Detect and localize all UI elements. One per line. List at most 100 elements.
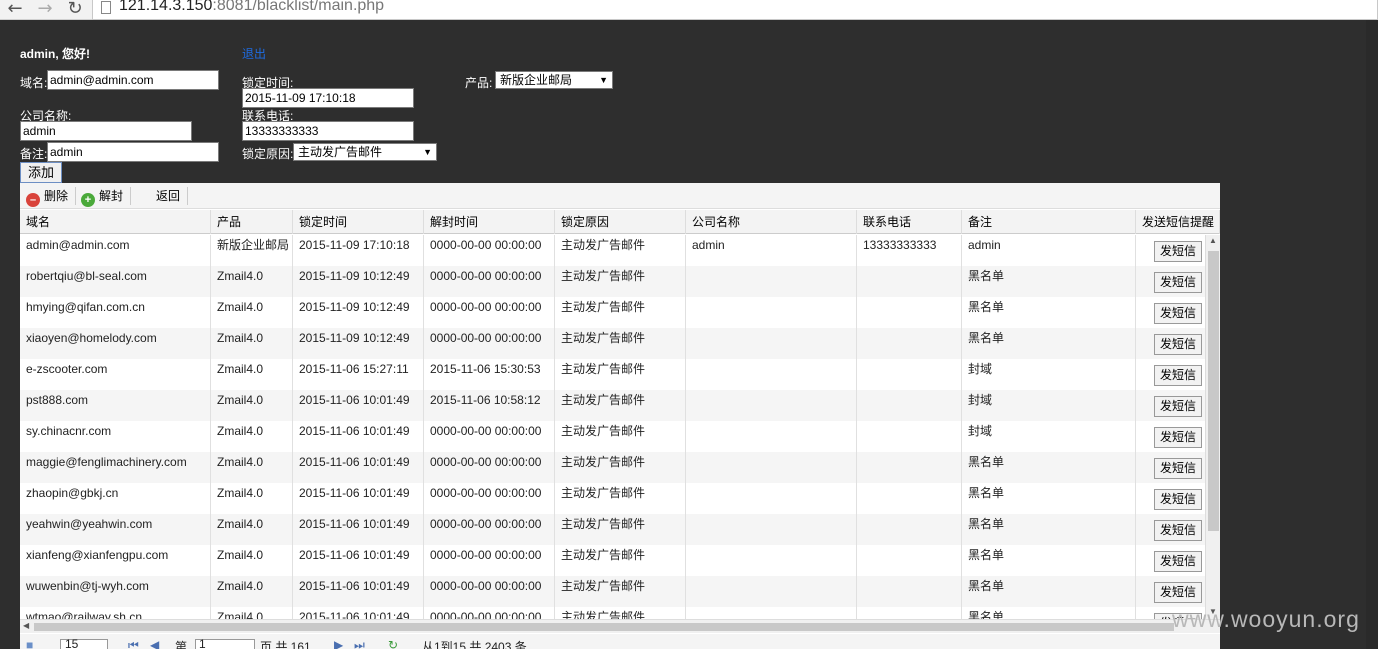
scroll-thumb[interactable] (1208, 251, 1219, 531)
cell-lock-time: 2015-11-06 10:01:49 (293, 545, 424, 576)
horizontal-scrollbar[interactable]: ◀ (20, 619, 1220, 633)
header-col-company[interactable]: 公司名称 (686, 210, 857, 234)
cell-unlock-time: 0000-00-00 00:00:00 (424, 297, 555, 328)
scroll-up-icon[interactable]: ▲ (1209, 236, 1217, 245)
domain-input[interactable]: admin@admin.com (47, 70, 219, 90)
send-sms-button[interactable]: 发短信 (1154, 365, 1202, 386)
cell-domain: zhaopin@gbkj.cn (20, 483, 211, 514)
header-col-remark[interactable]: 备注 (962, 210, 1136, 234)
cell-remark: 黑名单 (962, 452, 1136, 483)
reload-icon[interactable]: ↻ (64, 0, 86, 18)
header-col-unlock-time[interactable]: 解封时间 (424, 210, 555, 234)
hscroll-thumb[interactable] (34, 623, 1174, 631)
table-row[interactable]: hmying@qifan.com.cn Zmail4.0 2015-11-09 10… (20, 297, 1205, 328)
logout-link[interactable]: 退出 (242, 45, 266, 62)
unlock-label: 解封 (99, 189, 124, 203)
page-size-select[interactable]: 15 (60, 637, 108, 649)
table-row[interactable]: pst888.com Zmail4.0 2015-11-06 10:01:49 201… (20, 390, 1205, 421)
back-button[interactable]: 返回 (156, 186, 180, 206)
cell-phone (857, 545, 962, 576)
header-col-lock-time[interactable]: 锁定时间 (293, 210, 424, 234)
page-number-input[interactable]: 1 (195, 637, 255, 649)
delete-icon: – (26, 193, 40, 207)
forward-arrow-icon[interactable]: → (34, 0, 56, 18)
cell-company (686, 452, 857, 483)
cell-phone (857, 297, 962, 328)
vertical-scrollbar[interactable]: ▲ ▼ (1205, 235, 1220, 619)
toolbar-divider (130, 187, 131, 205)
cell-domain: wtmao@railway.sh.cn (20, 607, 211, 619)
cell-remark: 黑名单 (962, 576, 1136, 607)
cell-unlock-time: 0000-00-00 00:00:00 (424, 266, 555, 297)
table-row[interactable]: zhaopin@gbkj.cn Zmail4.0 2015-11-06 10:01:… (20, 483, 1205, 514)
send-sms-button[interactable]: 发短信 (1154, 303, 1202, 324)
unlock-button[interactable]: + 解封 (81, 186, 124, 207)
table-row[interactable]: maggie@fenglimachinery.com Zmail4.0 2015-1… (20, 452, 1205, 483)
send-sms-button[interactable]: 发短信 (1154, 520, 1202, 541)
table-row[interactable]: admin@admin.com 新版企业邮局 2015-11-09 17:10:18… (20, 235, 1205, 266)
cell-remark: 黑名单 (962, 328, 1136, 359)
send-sms-button[interactable]: 发短信 (1154, 551, 1202, 572)
refresh-icon[interactable]: ↻ (388, 638, 398, 649)
send-sms-button[interactable]: 发短信 (1154, 458, 1202, 479)
cell-product: Zmail4.0 (211, 390, 293, 421)
cell-domain: maggie@fenglimachinery.com (20, 452, 211, 483)
header-col-domain[interactable]: 域名 (20, 210, 211, 234)
pagination-bar: ■ 15 ⏮ ◀ 第 1 页 共 161 ▶ ⏭ ↻ 从1到15 共 2403 … (20, 634, 1220, 649)
send-sms-button[interactable]: 发短信 (1154, 272, 1202, 293)
table-row[interactable]: sy.chinacnr.com Zmail4.0 2015-11-06 10:01:… (20, 421, 1205, 452)
send-sms-button[interactable]: 发短信 (1154, 334, 1202, 355)
table-row[interactable]: yeahwin@yeahwin.com Zmail4.0 2015-11-06 10… (20, 514, 1205, 545)
record-summary: 从1到15 共 2403 条 (422, 640, 527, 649)
cell-unlock-time: 0000-00-00 00:00:00 (424, 328, 555, 359)
table-row[interactable]: xianfeng@xianfengpu.com Zmail4.0 2015-11-0… (20, 545, 1205, 576)
cell-phone (857, 576, 962, 607)
back-arrow-icon[interactable]: ← (4, 0, 26, 18)
cell-reason: 主动发广告邮件 (555, 483, 686, 514)
chevron-down-icon: ▼ (599, 75, 608, 85)
send-sms-button[interactable]: 发短信 (1154, 489, 1202, 510)
add-button[interactable]: 添加 (20, 162, 62, 183)
add-circle-icon: + (81, 193, 95, 207)
table-row[interactable]: xiaoyen@homelody.com Zmail4.0 2015-11-09 1… (20, 328, 1205, 359)
reason-select[interactable]: 主动发广告邮件 ▼ (293, 143, 437, 161)
cell-phone: 13333333333 (857, 235, 962, 266)
page-prefix: 第 (175, 640, 188, 649)
header-col-phone[interactable]: 联系电话 (857, 210, 962, 234)
company-input[interactable]: admin (20, 121, 192, 141)
cell-reason: 主动发广告邮件 (555, 297, 686, 328)
phone-input[interactable]: 13333333333 (242, 121, 414, 141)
delete-button[interactable]: – 删除 (26, 186, 68, 207)
next-page-icon[interactable]: ▶ (334, 638, 343, 649)
last-page-icon[interactable]: ⏭ (354, 638, 365, 649)
cell-product: Zmail4.0 (211, 328, 293, 359)
cell-lock-time: 2015-11-06 10:01:49 (293, 421, 424, 452)
first-page-icon[interactable]: ⏮ (128, 638, 139, 649)
header-col-reason[interactable]: 锁定原因 (555, 210, 686, 234)
cell-company (686, 359, 857, 390)
send-sms-button[interactable]: 发短信 (1154, 582, 1202, 603)
cell-reason: 主动发广告邮件 (555, 235, 686, 266)
window-edge (1366, 20, 1378, 649)
table-row[interactable]: e-zscooter.com Zmail4.0 2015-11-06 15:27:1… (20, 359, 1205, 390)
send-sms-button[interactable]: 发短信 (1154, 241, 1202, 262)
header-col-sms[interactable]: 发送短信提醒 (1136, 210, 1220, 234)
cell-product: Zmail4.0 (211, 576, 293, 607)
cell-product: Zmail4.0 (211, 266, 293, 297)
prev-page-icon[interactable]: ◀ (150, 638, 159, 649)
cell-unlock-time: 2015-11-06 15:30:53 (424, 359, 555, 390)
header-col-product[interactable]: 产品 (211, 210, 293, 234)
table-row[interactable]: wtmao@railway.sh.cn Zmail4.0 2015-11-06 10… (20, 607, 1205, 619)
remark-input[interactable]: admin (47, 142, 219, 162)
send-sms-button[interactable]: 发短信 (1154, 427, 1202, 448)
send-sms-button[interactable]: 发短信 (1154, 396, 1202, 417)
lock-time-input[interactable]: 2015-11-09 17:10:18 (242, 88, 414, 108)
cell-lock-time: 2015-11-09 10:12:49 (293, 266, 424, 297)
table-row[interactable]: wuwenbin@tj-wyh.com Zmail4.0 2015-11-06 10… (20, 576, 1205, 607)
chevron-down-icon: ▼ (423, 147, 432, 157)
address-bar[interactable]: 121.14.3.150:8081/blacklist/main.php (92, 0, 1378, 20)
table-row[interactable]: robertqiu@bl-seal.com Zmail4.0 2015-11-09 … (20, 266, 1205, 297)
product-select-value: 新版企业邮局 (500, 73, 573, 87)
product-select[interactable]: 新版企业邮局 ▼ (495, 71, 613, 89)
scroll-left-icon[interactable]: ◀ (23, 621, 29, 630)
